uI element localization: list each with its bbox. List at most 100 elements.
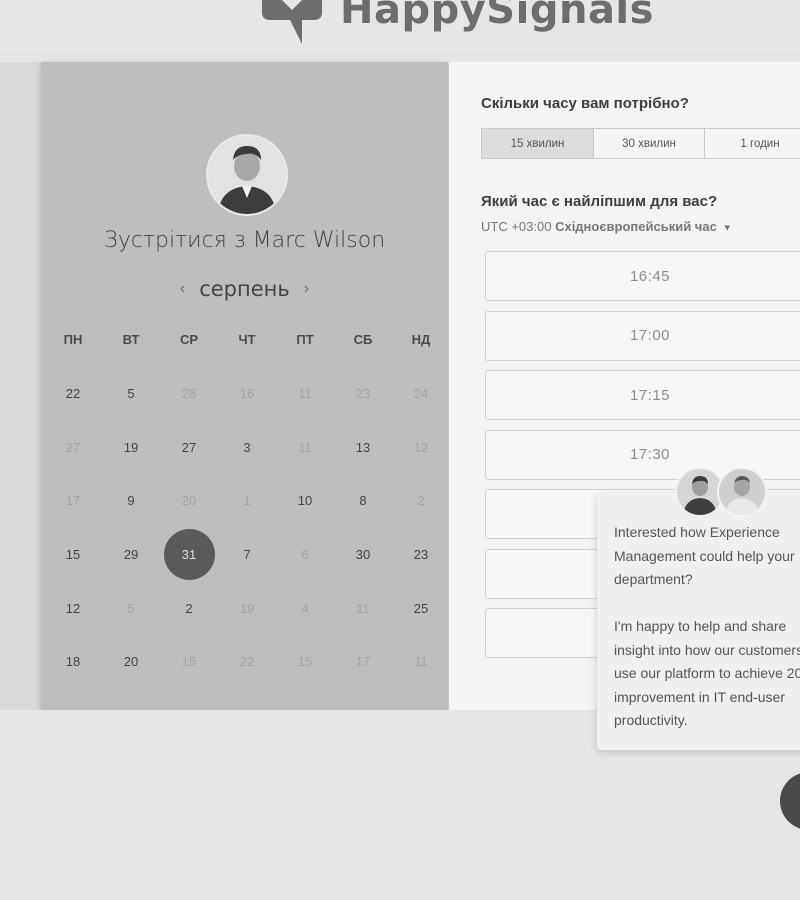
calendar-day[interactable]: 27 [160, 421, 218, 475]
calendar-day: 24 [392, 367, 450, 421]
meeting-title: Зустрітися з Marc Wilson [103, 228, 386, 253]
calendar-day-selected[interactable]: 31 [160, 528, 218, 582]
calendar-day[interactable]: 22 [44, 367, 102, 421]
weekday-label: СБ [353, 332, 373, 347]
day-number: 15 [181, 654, 197, 670]
chevron-left-icon[interactable]: ‹ [180, 280, 185, 298]
calendar-day: 17 [44, 474, 102, 528]
chevron-right-icon[interactable]: › [304, 280, 309, 298]
agent-avatar [717, 467, 767, 517]
weekday-label: ЧТ [238, 332, 256, 347]
calendar-day: 1 [218, 474, 276, 528]
weekday-header: ПН ВТ СР ЧТ ПТ СБ НД [44, 332, 450, 347]
day-number: 19 [239, 600, 255, 616]
calendar-day: 23 [334, 367, 392, 421]
day-number: 23 [355, 386, 371, 402]
duration-option-60[interactable]: 1 годин [704, 128, 800, 159]
calendar-day[interactable]: 5 [102, 367, 160, 421]
time-slot-button[interactable]: 17:00 [485, 310, 800, 361]
calendar-day[interactable]: 29 [102, 528, 160, 582]
calendar-day[interactable]: 20 [102, 635, 160, 689]
day-number: 18 [65, 654, 81, 670]
brand-name: HappySignals [340, 0, 654, 33]
caret-down-icon: ▾ [724, 222, 730, 234]
calendar-day[interactable]: 23 [392, 528, 450, 582]
day-number: 4 [301, 600, 309, 616]
calendar-day[interactable]: 15 [44, 528, 102, 582]
calendar-day: 5 [102, 581, 160, 635]
calendar-day[interactable]: 7 [218, 528, 276, 582]
day-number: 13 [355, 439, 371, 455]
calendar-day[interactable]: 2 [160, 581, 218, 635]
day-number: 29 [123, 547, 139, 563]
person-avatar-icon [208, 136, 286, 214]
day-number: 24 [413, 386, 429, 402]
calendar-day: 27 [44, 421, 102, 475]
calendar-grid: 22 5 28 16 11 23 24 27 19 27 3 11 13 12 17 9 20 1 10 8 2 15 29… [44, 367, 450, 689]
calendar-day[interactable]: 8 [334, 474, 392, 528]
day-number: 12 [65, 600, 81, 616]
timezone-name: Східноєвропейський час [555, 219, 717, 234]
time-question: Який час є найліпшим для вас? [481, 193, 718, 210]
day-number: 27 [181, 439, 197, 455]
timezone-selector[interactable]: UTC +03:00 Східноєвропейський час ▾ [481, 219, 730, 234]
page-header: HappySignals [0, 0, 800, 52]
calendar-day: 15 [276, 635, 334, 689]
calendar-day: 11 [276, 421, 334, 475]
calendar-day: 11 [276, 367, 334, 421]
day-number: 11 [298, 439, 312, 455]
calendar-day[interactable]: 19 [102, 421, 160, 475]
calendar-panel: Зустрітися з Marc Wilson ‹ серпень › ПН В… [41, 62, 448, 710]
calendar-day[interactable]: 13 [334, 421, 392, 475]
day-number: 11 [414, 654, 428, 670]
day-number: 5 [127, 386, 135, 402]
calendar-day[interactable]: 12 [44, 581, 102, 635]
day-number: 15 [65, 547, 81, 563]
day-number: 1 [243, 493, 251, 509]
speech-heart-logo-icon [262, 0, 322, 44]
calendar-day[interactable]: 9 [102, 474, 160, 528]
calendar-day: 20 [160, 474, 218, 528]
calendar-week-row: 22 5 28 16 11 23 24 [44, 367, 450, 421]
calendar-day: 12 [392, 421, 450, 475]
day-number: 11 [356, 600, 370, 616]
time-slot-button[interactable]: 17:15 [485, 370, 800, 420]
day-number: 16 [239, 386, 255, 402]
duration-selector: 15 хвилин 30 хвилин 1 годин [481, 128, 800, 159]
timezone-offset: UTC +03:00 [481, 219, 552, 234]
calendar-day: 6 [276, 528, 334, 582]
day-number: 10 [297, 493, 313, 509]
calendar-week-row: 17 9 20 1 10 8 2 [44, 474, 450, 528]
weekday-label: ПТ [296, 332, 314, 347]
day-number: 22 [65, 386, 81, 402]
calendar-day: 28 [160, 367, 218, 421]
calendar-day[interactable]: 3 [218, 421, 276, 475]
day-number: 5 [127, 600, 135, 616]
calendar-day[interactable]: 25 [392, 581, 450, 635]
day-number: 11 [298, 386, 312, 402]
day-number: 17 [355, 654, 371, 670]
calendar-day[interactable]: 10 [276, 474, 334, 528]
day-number: 8 [359, 493, 367, 509]
day-number: 7 [243, 547, 251, 563]
duration-question: Скільки часу вам потрібно? [481, 95, 689, 112]
calendar-week-row: 12 5 2 19 4 11 25 [44, 581, 450, 635]
day-number: 28 [181, 386, 197, 402]
duration-option-30[interactable]: 30 хвилин [593, 128, 704, 159]
host-avatar [206, 134, 288, 216]
time-slot-button[interactable]: 16:45 [485, 251, 800, 301]
calendar-day: 16 [218, 367, 276, 421]
chat-popup[interactable]: Interested how Experience Management cou… [597, 493, 800, 750]
duration-option-15[interactable]: 15 хвилин [481, 128, 593, 159]
calendar-day: 15 [160, 635, 218, 689]
day-number: 30 [355, 547, 371, 563]
day-number: 15 [297, 654, 313, 670]
day-number: 31 [163, 529, 215, 581]
day-number: 9 [127, 493, 135, 509]
day-number: 22 [239, 654, 255, 670]
calendar-day: 2 [392, 474, 450, 528]
calendar-day[interactable]: 18 [44, 635, 102, 689]
calendar-day[interactable]: 30 [334, 528, 392, 582]
person-avatar-icon [719, 469, 765, 515]
day-number: 6 [301, 547, 309, 563]
